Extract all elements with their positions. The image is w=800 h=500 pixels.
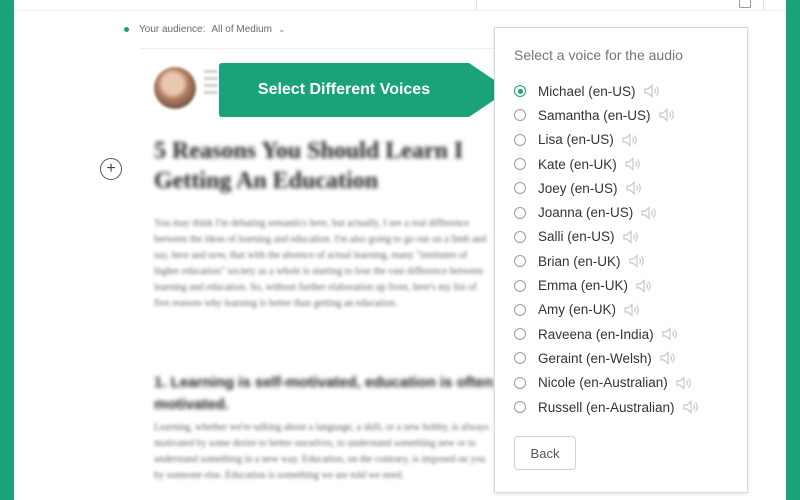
speaker-icon[interactable]	[625, 157, 643, 171]
chevron-down-icon: ⌄	[277, 24, 286, 34]
audience-dot-icon	[124, 27, 129, 32]
voice-label: Russell (en-Australian)	[538, 399, 675, 415]
speaker-icon[interactable]	[625, 181, 644, 196]
voice-radio[interactable]	[514, 85, 526, 98]
voice-label: Kate (en-UK)	[538, 156, 617, 172]
bell-icon[interactable]	[739, 0, 751, 8]
article-paragraph-1: You may think I'm debating semantics her…	[154, 218, 487, 309]
voice-radio[interactable]	[514, 376, 526, 389]
voice-label: Raveena (en-India)	[538, 326, 654, 342]
audience-selector[interactable]: Your audience: All of Medium ⌄	[124, 24, 285, 35]
app-frame: Your audience: All of Medium ⌄ + 5 Reaso…	[14, 0, 786, 500]
voice-list: Michael (en-US) Samantha (en-US) Lisa (en-…	[514, 79, 701, 419]
author-meta	[204, 66, 218, 106]
article-title-line-1: 5 Reasons You Should Learn I	[154, 138, 464, 164]
voice-label: Brian (en-UK)	[538, 253, 621, 269]
speaker-icon[interactable]	[682, 400, 701, 414]
callout-banner: Select Different Voices	[219, 63, 509, 117]
voice-option[interactable]: Brian (en-UK)	[514, 249, 701, 273]
voice-option[interactable]: Geraint (en-Welsh)	[514, 346, 701, 370]
add-icon[interactable]: +	[100, 158, 122, 180]
speaker-icon[interactable]	[643, 84, 662, 98]
panel-header	[476, 0, 764, 10]
voice-option[interactable]: Joey (en-US)	[514, 176, 701, 200]
voice-option[interactable]: Amy (en-UK)	[514, 298, 701, 322]
header-divider	[140, 48, 520, 49]
voice-label: Amy (en-UK)	[538, 302, 617, 318]
voice-radio[interactable]	[514, 279, 526, 292]
voice-radio[interactable]	[514, 328, 526, 341]
voice-label: Lisa (en-US)	[538, 132, 614, 148]
audience-value: All of Medium	[211, 24, 272, 35]
voice-label: Emma (en-UK)	[538, 278, 629, 294]
back-button[interactable]: Back	[514, 436, 576, 470]
audience-label: Your audience:	[139, 24, 206, 35]
voice-option[interactable]: Salli (en-US)	[514, 225, 701, 249]
callout-text: Select Different Voices	[257, 81, 431, 98]
voice-option[interactable]: Samantha (en-US)	[514, 103, 701, 127]
voice-radio[interactable]	[514, 133, 526, 146]
voice-radio[interactable]	[514, 182, 526, 195]
avatar	[154, 67, 196, 109]
voice-option[interactable]: Joanna (en-US)	[514, 200, 701, 224]
voice-radio[interactable]	[514, 303, 526, 316]
voice-label: Geraint (en-Welsh)	[538, 350, 652, 366]
article-title: 5 Reasons You Should Learn I Getting An …	[154, 136, 494, 196]
speaker-icon[interactable]	[660, 351, 678, 366]
speaker-icon[interactable]	[658, 108, 677, 123]
speaker-icon[interactable]	[676, 375, 694, 390]
voice-radio[interactable]	[514, 206, 526, 219]
voice-option[interactable]: Raveena (en-India)	[514, 322, 701, 346]
voice-label: Nicole (en-Australian)	[538, 375, 668, 391]
voice-option[interactable]: Russell (en-Australian)	[514, 395, 701, 419]
voice-label: Joey (en-US)	[538, 180, 618, 196]
speaker-icon[interactable]	[624, 302, 642, 317]
voice-option[interactable]: Lisa (en-US)	[514, 128, 701, 152]
voice-panel-heading: Select a voice for the audio	[514, 47, 683, 63]
voice-label: Michael (en-US)	[538, 83, 636, 99]
article-subheading: 1. Learning is self-motivated, education…	[154, 374, 494, 413]
voice-option[interactable]: Nicole (en-Australian)	[514, 371, 701, 395]
voice-radio[interactable]	[514, 158, 526, 171]
voice-label: Salli (en-US)	[538, 229, 615, 245]
voice-option[interactable]: Michael (en-US)	[514, 79, 701, 103]
voice-panel: Select a voice for the audio Michael (en…	[494, 27, 748, 493]
voice-radio[interactable]	[514, 230, 526, 243]
speaker-icon[interactable]	[622, 132, 640, 147]
voice-label: Samantha (en-US)	[538, 107, 651, 123]
speaker-icon[interactable]	[636, 278, 654, 293]
article-title-line-2: Getting An Education	[154, 168, 379, 194]
speaker-icon[interactable]	[641, 205, 659, 220]
speaker-icon[interactable]	[628, 254, 647, 269]
voice-option[interactable]: Kate (en-UK)	[514, 152, 701, 176]
voice-radio[interactable]	[514, 109, 526, 122]
speaker-icon[interactable]	[622, 230, 641, 244]
voice-radio[interactable]	[514, 401, 526, 413]
voice-radio[interactable]	[514, 352, 526, 365]
article-paragraph-2: Learning, whether we're talking about a …	[154, 422, 489, 481]
speaker-icon[interactable]	[661, 327, 680, 341]
voice-option[interactable]: Emma (en-UK)	[514, 273, 701, 297]
voice-label: Joanna (en-US)	[538, 205, 634, 221]
voice-radio[interactable]	[514, 255, 526, 268]
